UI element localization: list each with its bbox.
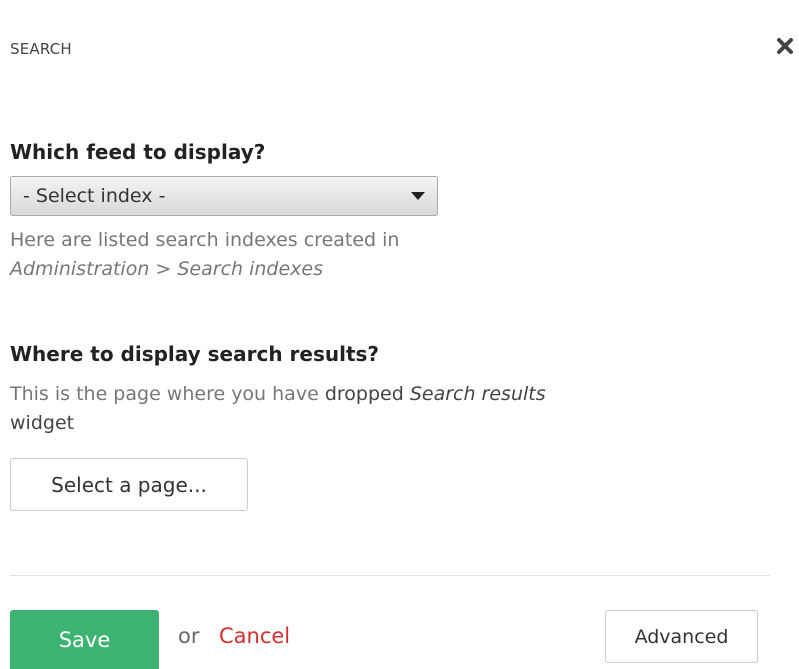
feed-help-line: Here are listed search indexes created i… <box>10 229 400 251</box>
cancel-link[interactable]: Cancel <box>219 624 290 648</box>
results-help-emphasis: dropped <box>324 383 404 405</box>
dialog-title: SEARCH <box>10 40 72 58</box>
close-icon[interactable] <box>776 37 794 55</box>
feed-help-text: Here are listed search indexes created i… <box>10 226 610 284</box>
results-help-text: This is the page where you have dropped … <box>10 380 730 438</box>
index-select-value: - Select index - <box>23 185 166 207</box>
or-text: or <box>178 624 200 648</box>
feed-help-path: Administration > Search indexes <box>10 258 323 280</box>
divider <box>10 575 770 576</box>
caret-down-icon <box>411 192 425 200</box>
search-widget-dialog: SEARCH Which feed to display? - Select i… <box>0 0 799 669</box>
save-button[interactable]: Save <box>10 610 159 669</box>
advanced-button[interactable]: Advanced <box>605 610 758 663</box>
results-help-widget-name: Search results <box>409 383 546 405</box>
index-select[interactable]: - Select index - <box>10 176 438 216</box>
results-help-part: This is the page where you have <box>10 383 325 405</box>
select-page-button[interactable]: Select a page... <box>10 458 248 511</box>
results-label: Where to display search results? <box>10 342 380 366</box>
results-help-widget: widget <box>10 412 75 434</box>
feed-label: Which feed to display? <box>10 140 266 164</box>
